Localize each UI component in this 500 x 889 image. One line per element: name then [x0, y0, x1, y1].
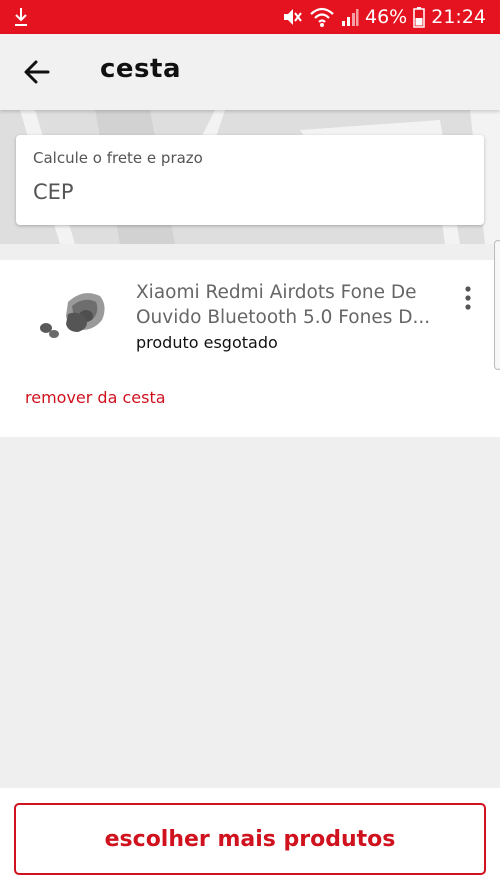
product-name-line1: Xiaomi Redmi Airdots Fone De: [136, 282, 417, 303]
arrow-left-icon[interactable]: [22, 58, 52, 86]
bottom-bar: escolher mais produtos: [0, 788, 500, 889]
product-image[interactable]: [28, 284, 110, 350]
wifi-icon: [310, 7, 334, 27]
page-title: cesta: [100, 54, 181, 84]
scroll-indicator[interactable]: [494, 240, 500, 370]
app-bar: cesta: [0, 34, 500, 110]
battery-percentage: 46%: [365, 6, 408, 28]
signal-icon: [342, 9, 359, 26]
battery-icon: [413, 7, 425, 28]
shipping-calculator-label: Calcule o frete e prazo: [33, 149, 203, 167]
shipping-calculator-card: Calcule o frete e prazo: [16, 135, 484, 225]
remove-from-cart-link[interactable]: remover da cesta: [25, 388, 166, 407]
cep-input[interactable]: [33, 177, 463, 207]
clock: 21:24: [431, 6, 486, 28]
product-name[interactable]: Xiaomi Redmi Airdots Fone De Ouvido Blue…: [136, 280, 446, 330]
more-vertical-icon[interactable]: [456, 284, 480, 314]
cart-item: Xiaomi Redmi Airdots Fone De Ouvido Blue…: [0, 260, 500, 437]
status-bar: 46% 21:24: [0, 0, 500, 34]
mute-icon: [284, 9, 302, 25]
choose-more-products-button[interactable]: escolher mais produtos: [14, 803, 486, 875]
product-status: produto esgotado: [136, 333, 278, 352]
download-icon: [15, 8, 27, 26]
product-name-line2: Ouvido Bluetooth 5.0 Fones D...: [136, 307, 431, 328]
